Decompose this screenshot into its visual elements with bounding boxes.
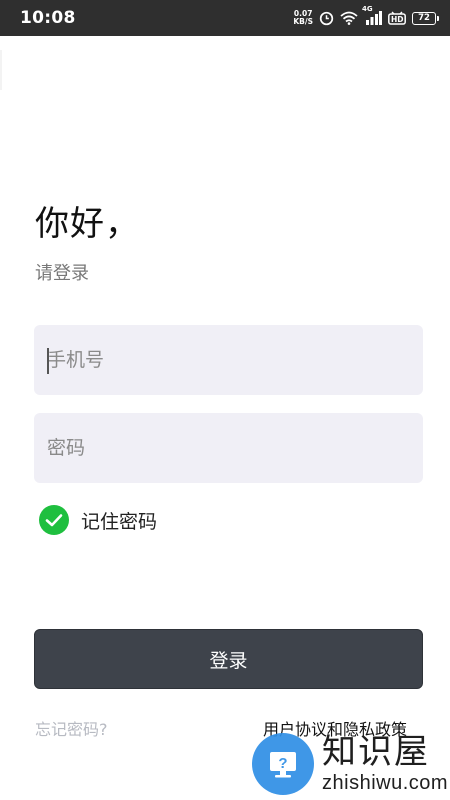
remember-password-label: 记住密码: [81, 510, 158, 533]
phone-field[interactable]: [34, 325, 423, 395]
status-time: 10:08: [20, 8, 76, 28]
edge-divider: [0, 50, 2, 90]
watermark-en: zhishiwu.com: [322, 772, 449, 794]
net-speed-unit: KB/S: [293, 17, 313, 26]
wifi-icon: [340, 11, 358, 25]
watermark-text: 知识屋 ® zhishiwu.com: [322, 732, 450, 794]
checkmark-circle-icon[interactable]: [39, 505, 69, 535]
remember-password-toggle[interactable]: 记住密码: [39, 505, 157, 535]
net-speed: 0.07 KB/S: [293, 10, 313, 26]
battery-icon: 72: [412, 11, 439, 25]
text-cursor: [47, 348, 49, 374]
hd-icon: HD: [388, 11, 406, 25]
watermark: ? 知识屋 ® zhishiwu.com: [252, 728, 450, 800]
password-input[interactable]: [47, 413, 423, 483]
status-icons: 0.07 KB/S 4G HD 72: [293, 5, 439, 26]
password-field[interactable]: [34, 413, 423, 483]
greeting-title: 你好，: [35, 204, 140, 244]
login-button[interactable]: 登录: [34, 629, 423, 689]
alarm-icon: [319, 11, 334, 26]
svg-text:?: ?: [278, 755, 287, 772]
watermark-cn-text: 知识屋: [322, 732, 430, 772]
signal-icon: 4G: [362, 5, 382, 25]
hd-label: HD: [391, 15, 404, 24]
greeting-subtitle: 请登录: [35, 263, 89, 284]
network-type: 4G: [362, 5, 373, 13]
battery-level: 72: [418, 13, 430, 23]
phone-input[interactable]: [47, 325, 423, 395]
status-bar: 10:08 0.07 KB/S 4G HD 72: [0, 0, 450, 36]
forgot-password-link[interactable]: 忘记密码?: [35, 716, 108, 740]
watermark-cn: 知识屋 ®: [322, 732, 450, 772]
watermark-logo-icon: ?: [252, 733, 314, 795]
